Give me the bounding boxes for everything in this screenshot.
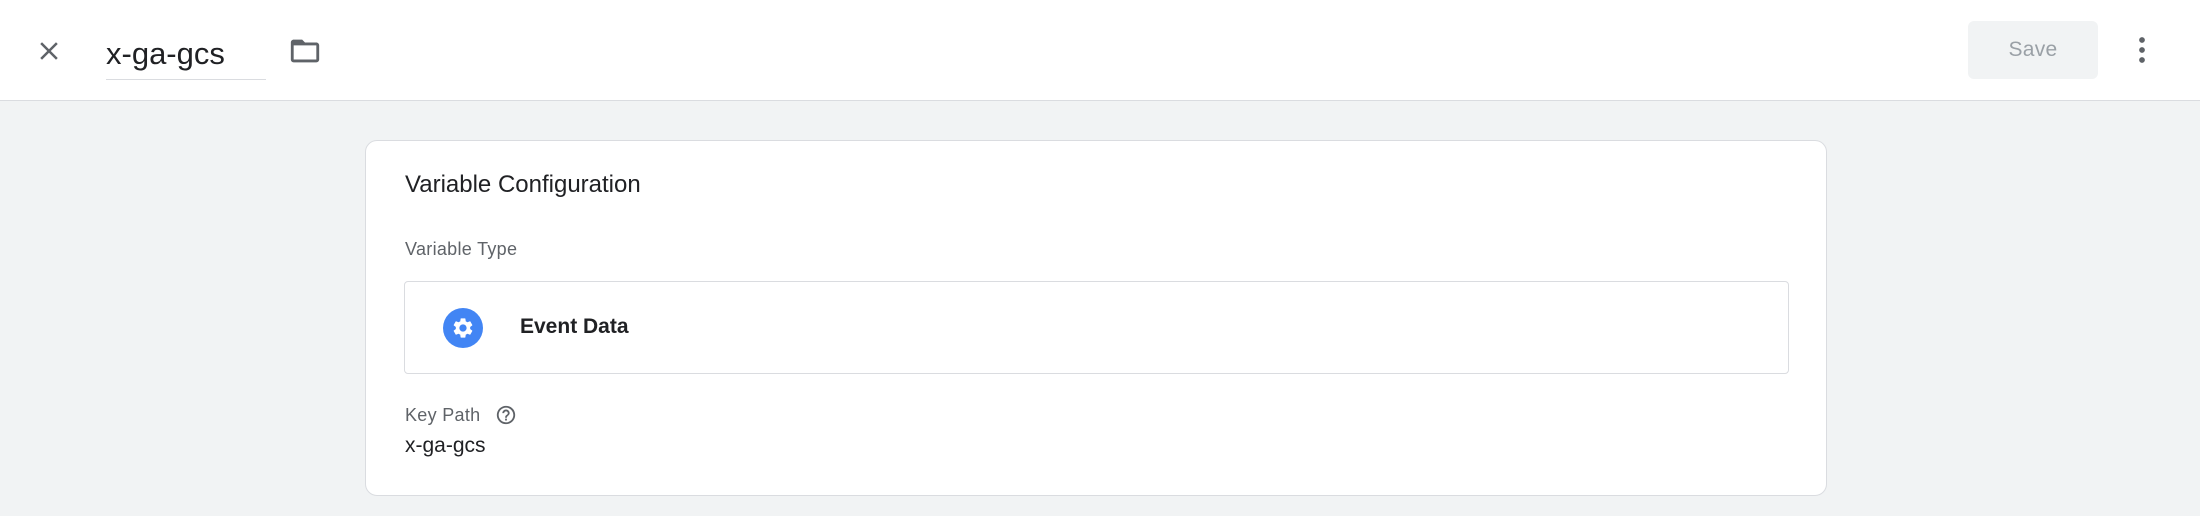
close-icon	[40, 42, 58, 60]
folder-button[interactable]	[284, 30, 326, 72]
card-title: Variable Configuration	[405, 171, 641, 198]
folder-icon	[290, 39, 320, 63]
more-options-button[interactable]	[2122, 28, 2162, 72]
close-button[interactable]	[28, 30, 70, 72]
key-path-value: x-ga-gcs	[405, 434, 486, 457]
variable-name-field[interactable]	[106, 28, 266, 80]
gear-icon	[443, 308, 483, 348]
key-path-label: Key Path	[405, 404, 481, 425]
variable-type-label: Variable Type	[405, 239, 518, 259]
variable-configuration-card: Variable Configuration Variable Type Eve…	[365, 140, 1827, 496]
save-button[interactable]: Save	[1968, 21, 2098, 79]
key-path-label-row: Key Path	[405, 403, 518, 427]
variable-name-input[interactable]	[106, 35, 266, 72]
more-vert-icon	[2139, 37, 2145, 63]
top-bar: Save	[0, 0, 2200, 101]
help-icon[interactable]	[494, 403, 518, 427]
variable-type-selector[interactable]: Event Data	[404, 281, 1789, 374]
variable-type-name: Event Data	[520, 315, 629, 338]
